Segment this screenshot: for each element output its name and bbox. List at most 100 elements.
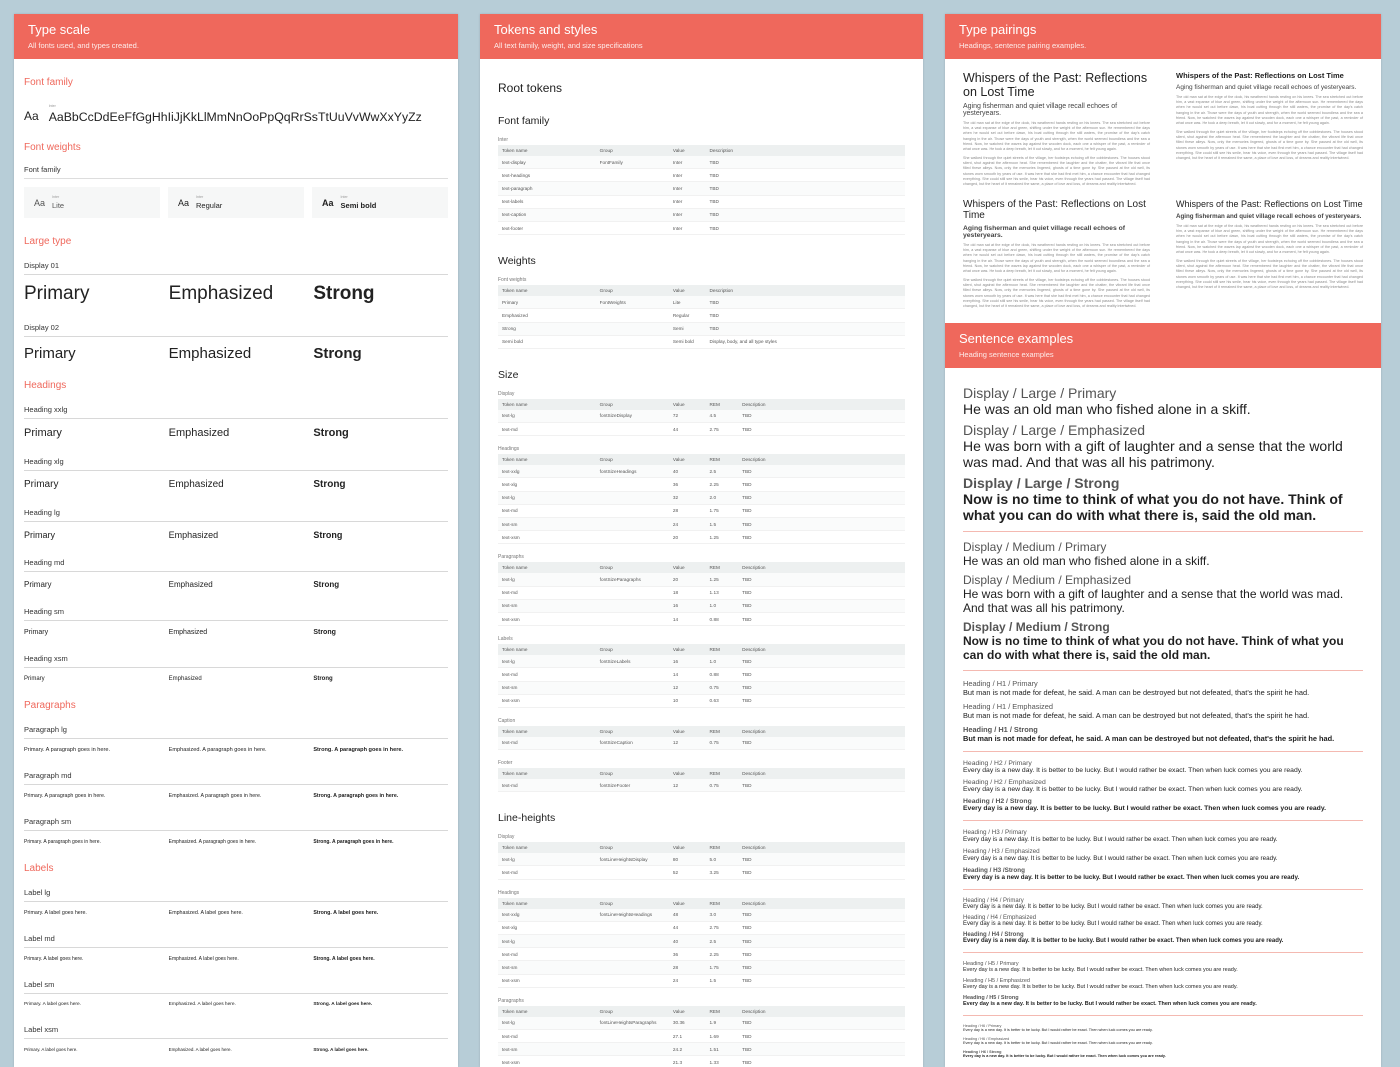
specimen-main: Inter AaBbCcDdEeFfGgHhIiJjKkLlMmNnOoPpQq…: [49, 104, 422, 124]
token-table-row: text-xsm201.25TBD: [498, 531, 905, 544]
token-table-cell: text-lg: [498, 853, 596, 866]
token-table-row: text-paragraphInterTBD: [498, 182, 905, 195]
token-table-row: text-md362.25TBD: [498, 948, 905, 961]
token-table-cell: 3.0: [706, 909, 739, 922]
specimen-aa: Aa: [24, 109, 39, 124]
style-group-label: Heading xxlg: [24, 403, 448, 419]
token-table-cell: [596, 681, 669, 694]
token-table-header-row: Token nameGroupValueDescription: [498, 145, 905, 156]
token-table-cell: 1.25: [706, 573, 739, 586]
sentence-style-label: Display / Large / Primary: [963, 385, 1363, 401]
token-table-header: Group: [596, 562, 669, 573]
token-table-cell: TBD: [738, 586, 905, 599]
token-table-cell: TBD: [738, 866, 905, 879]
token-table-row: text-lgfontLineHeightsDisplay805.0TBD: [498, 853, 905, 866]
token-table: Token nameGroupValueREMDescription text-x…: [498, 454, 905, 544]
token-table-header-row: Token nameGroupValueREMDescription: [498, 726, 905, 737]
article-paragraph: The old man sat at the edge of the dock,…: [1176, 95, 1363, 126]
token-table-cell: TBD: [738, 974, 905, 987]
token-table-row: Semi boldSemi boldDisplay, body, and all…: [498, 335, 905, 348]
sentence-text: Every day is a new day. It is better to …: [963, 836, 1363, 843]
sentence-text: Every day is a new day. It is better to …: [963, 984, 1363, 990]
token-table-cell: text-md: [498, 504, 596, 517]
token-table-cell: text-xsm: [498, 531, 596, 544]
style-cell: Emphasized: [169, 345, 304, 362]
article-subtitle: Aging fisherman and quiet village recall…: [1176, 84, 1363, 91]
pairing-article-large-title: Whispers of the Past: Reflections on Los…: [963, 71, 1150, 187]
token-table-header: Description: [738, 726, 905, 737]
token-table-cell: 14: [669, 612, 706, 625]
pairings-board: Type pairings Headings, sentence pairing…: [945, 14, 1381, 1067]
token-table-header: Value: [669, 768, 706, 779]
token-table-cell: Inter: [669, 221, 706, 234]
token-table-cell: 5.0: [706, 853, 739, 866]
style-cell: Emphasized. A paragraph goes in here.: [169, 793, 304, 799]
token-table-cell: 1.51: [706, 1043, 739, 1056]
token-table-row: text-md140.88TBD: [498, 668, 905, 681]
token-table-header: Value: [669, 399, 706, 410]
style-row: PrimaryEmphasizedStrong: [24, 530, 448, 540]
token-table-header: Token name: [498, 842, 596, 853]
token-table-cell: text-md: [498, 668, 596, 681]
sentence-text: He was born with a gift of laughter and …: [963, 587, 1363, 615]
token-table-header: Description: [738, 399, 905, 410]
token-table-row: text-lg322.0TBD: [498, 491, 905, 504]
article-title: Whispers of the Past: Reflections on Los…: [1176, 199, 1363, 209]
token-table-cell: [596, 935, 669, 948]
style-group: Display 02PrimaryEmphasizedStrong: [24, 321, 448, 362]
token-table-cell: text-xlg: [498, 478, 596, 491]
style-row: Primary. A paragraph goes in here.Emphas…: [24, 839, 448, 845]
style-row: PrimaryEmphasizedStrong: [24, 629, 448, 636]
token-table-cell: 10: [669, 694, 706, 707]
token-table-cell: Emphasized: [498, 309, 596, 322]
token-table-cell: Semi: [669, 322, 706, 335]
token-table-cell: text-xsm: [498, 1056, 596, 1067]
token-table-cell: 27.1: [669, 1029, 706, 1042]
article-title: Whispers of the Past: Reflections on Los…: [963, 71, 1150, 99]
token-table-header: REM: [706, 726, 739, 737]
style-group: Heading smPrimaryEmphasizedStrong: [24, 605, 448, 636]
token-table-cell: [596, 1043, 669, 1056]
weight-card-text: Inter Semi bold: [341, 195, 377, 210]
token-table-header: Description: [738, 1006, 905, 1017]
token-table-header-row: Token nameGroupValueREMDescription: [498, 454, 905, 465]
token-table-cell: TBD: [738, 961, 905, 974]
token-table-row: text-lg402.5TBD: [498, 935, 905, 948]
token-table-cell: fontSizeLabels: [596, 655, 669, 668]
sentence-item: Heading / H1 / EmphasizedBut man is not …: [963, 702, 1363, 720]
token-table-cell: text-display: [498, 156, 596, 169]
token-table-label: Headings: [498, 890, 905, 896]
token-table-cell: 0.88: [706, 668, 739, 681]
token-table-row: text-lgfontSizeParagraphs201.25TBD: [498, 573, 905, 586]
token-table-cell: TBD: [738, 504, 905, 517]
token-table-header: REM: [706, 562, 739, 573]
style-group: Heading xsmPrimaryEmphasizedStrong: [24, 652, 448, 682]
font-weights-group-label: Font family: [24, 165, 448, 179]
token-table-cell: TBD: [738, 491, 905, 504]
token-table-cell: 1.0: [706, 599, 739, 612]
token-table-header: Token name: [498, 145, 596, 156]
token-table-cell: [596, 195, 669, 208]
sentence-item: Heading / H1 / StrongBut man is not made…: [963, 725, 1363, 743]
token-table-header-row: Token nameGroupValueDescription: [498, 285, 905, 296]
token-section-heading: Line-heights: [498, 812, 905, 824]
style-row: Primary. A paragraph goes in here.Emphas…: [24, 747, 448, 753]
font-family-heading: Font family: [24, 77, 448, 88]
token-table-cell: text-sm: [498, 518, 596, 531]
style-cell: Strong: [313, 580, 448, 589]
section-heading: Labels: [24, 863, 448, 874]
token-table-cell: text-labels: [498, 195, 596, 208]
token-table-cell: [596, 599, 669, 612]
token-table-cell: text-xsm: [498, 612, 596, 625]
sentence-group: Heading / H1 / PrimaryBut man is not mad…: [963, 679, 1363, 743]
sentence-style-label: Display / Large / Emphasized: [963, 422, 1363, 438]
pairing-article-compact: Whispers of the Past: Reflections on Los…: [1176, 199, 1363, 309]
token-table-cell: [596, 974, 669, 987]
article-paragraph: She walked through the quiet streets of …: [1176, 259, 1363, 290]
sentence-item: Heading / H5 / PrimaryEvery day is a new…: [963, 961, 1363, 973]
specimen-letters: AaBbCcDdEeFfGgHhIiJjKkLlMmNnOoPpQqRrSsTt…: [49, 110, 422, 124]
sentence-item: Heading / H4 / PrimaryEvery day is a new…: [963, 898, 1363, 910]
token-table-header: Token name: [498, 454, 596, 465]
token-table-cell: text-sm: [498, 599, 596, 612]
type-scale-subtitle: All fonts used, and types created.: [28, 41, 444, 50]
